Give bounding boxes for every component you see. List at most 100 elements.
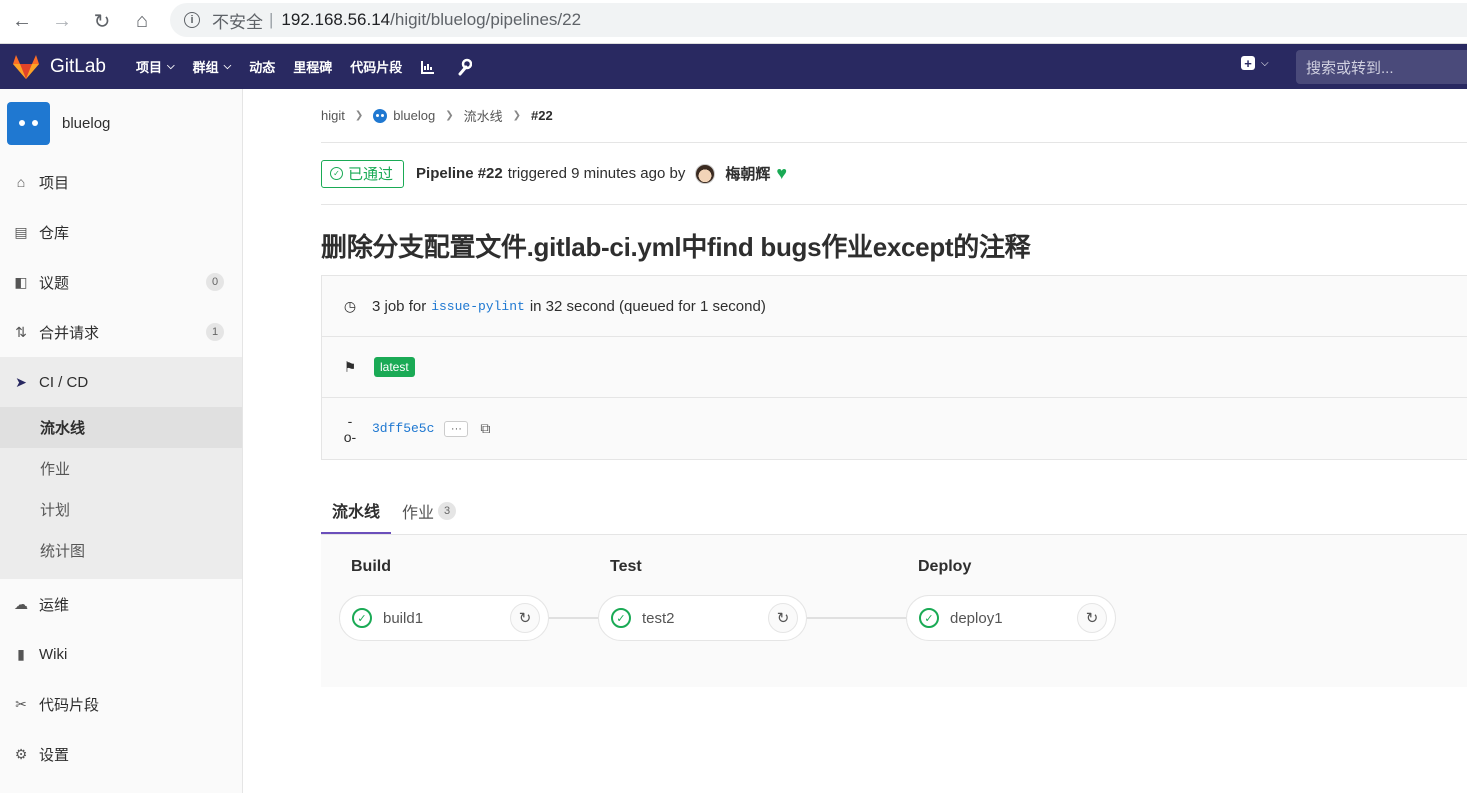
- clock-icon: ◷: [343, 297, 357, 314]
- cicd-section: ➤ CI / CD 流水线 作业 计划 统计图: [0, 357, 242, 579]
- check-circle-icon: ✓: [330, 167, 343, 180]
- jobs-count-badge: 3: [438, 501, 457, 520]
- chevron-right-icon: ❯: [445, 110, 454, 121]
- cloud-gear-icon: ☁: [14, 595, 28, 612]
- heart-icon: ♥: [776, 163, 788, 183]
- project-mini-avatar: [373, 108, 388, 123]
- book-icon: ▮: [17, 645, 25, 662]
- sidebar-subitem-charts[interactable]: 统计图: [0, 530, 242, 571]
- commit-icon: -o-: [343, 412, 357, 445]
- sidebar-item-wiki[interactable]: ▮ Wiki: [0, 629, 242, 679]
- breadcrumb-project[interactable]: bluelog: [373, 108, 435, 123]
- address-bar[interactable]: i 不安全 | 192.168.56.14/higit/bluelog/pipe…: [170, 3, 1467, 37]
- expand-commit-button[interactable]: ···: [444, 420, 469, 437]
- nav-activity[interactable]: 动态: [249, 57, 275, 76]
- breadcrumb-group[interactable]: higit: [321, 108, 345, 123]
- info-icon[interactable]: i: [184, 12, 200, 28]
- commit-row: -o- 3dff5e5c ··· ⧉: [322, 398, 1467, 459]
- retry-icon[interactable]: ↻: [1077, 603, 1107, 633]
- commit-title: 删除分支配置文件.gitlab-ci.yml中find bugs作业except…: [321, 232, 1031, 262]
- job-test2[interactable]: ✓ test2 ↻: [598, 595, 807, 641]
- plus-icon: +: [1241, 56, 1255, 70]
- sidebar-item-merge-requests[interactable]: ⇅ 合并请求 1: [0, 307, 242, 357]
- rocket-icon: ➤: [15, 373, 27, 390]
- wrench-icon[interactable]: [456, 58, 473, 76]
- jobs-summary-row: ◷ 3 job for issue-pylint in 32 second (q…: [322, 276, 1467, 337]
- check-circle-icon: ✓: [611, 608, 631, 628]
- sidebar-item-repository[interactable]: ▤ 仓库: [0, 207, 242, 257]
- job-name: build1: [383, 609, 424, 627]
- url-separator: |: [269, 10, 274, 29]
- check-circle-icon: ✓: [352, 608, 372, 628]
- sidebar-item-project[interactable]: ⌂ 项目: [0, 157, 242, 207]
- sidebar-subitem-jobs[interactable]: 作业: [0, 448, 242, 489]
- nav-groups[interactable]: 群组 ⌵: [193, 57, 232, 76]
- pipeline-id: Pipeline #22: [416, 165, 503, 182]
- breadcrumb: higit ❯ bluelog ❯ 流水线 ❯ #22: [321, 89, 1467, 143]
- pipeline-graph: Build Test Deploy ✓ build1 ↻ ✓ test2 ↻ ✓…: [321, 535, 1467, 687]
- commit-sha-link[interactable]: 3dff5e5c: [372, 421, 434, 436]
- gitlab-logo[interactable]: GitLab: [12, 54, 106, 80]
- chart-icon[interactable]: [420, 59, 436, 75]
- stage-connector: [807, 617, 907, 619]
- merge-requests-count-badge: 1: [206, 323, 224, 341]
- issues-count-badge: 0: [206, 273, 224, 291]
- merge-request-icon: ⇅: [15, 323, 27, 340]
- chevron-down-icon: ⌵: [223, 61, 232, 72]
- reload-icon[interactable]: ↻: [82, 2, 122, 42]
- breadcrumb-pipelines[interactable]: 流水线: [464, 106, 503, 125]
- stage-connector: [549, 617, 599, 619]
- new-dropdown[interactable]: + ⌵: [1241, 56, 1269, 70]
- triggered-text: triggered 9 minutes ago by: [507, 165, 686, 182]
- tab-pipeline[interactable]: 流水线: [321, 487, 392, 534]
- avatar[interactable]: [695, 163, 716, 184]
- back-icon[interactable]: ←: [2, 2, 42, 42]
- tags-row: ⚑ latest: [322, 337, 1467, 398]
- sidebar-project-header[interactable]: bluelog: [0, 89, 242, 157]
- job-deploy1[interactable]: ✓ deploy1 ↻: [906, 595, 1116, 641]
- sidebar-item-issues[interactable]: ◧ 议题 0: [0, 257, 242, 307]
- chevron-right-icon: ❯: [354, 110, 364, 121]
- status-badge[interactable]: ✓ 已通过: [321, 159, 405, 188]
- sidebar-subitem-pipelines[interactable]: 流水线: [0, 407, 242, 448]
- breadcrumb-current[interactable]: #22: [531, 108, 553, 123]
- project-name: bluelog: [62, 114, 111, 132]
- retry-icon[interactable]: ↻: [768, 603, 798, 633]
- flag-icon: ⚑: [343, 358, 357, 375]
- top-nav: 项目 ⌵ 群组 ⌵ 动态 里程碑 代码片段: [136, 57, 492, 76]
- tanuki-icon: [13, 54, 39, 79]
- project-sidebar: bluelog ⌂ 项目 ▤ 仓库 ◧ 议题 0 ⇅ 合并请求 1 ➤ CI / CD 流…: [0, 89, 243, 793]
- retry-icon[interactable]: ↻: [510, 603, 540, 633]
- doc-icon: ▤: [14, 223, 28, 240]
- search-input[interactable]: 搜索或转到...: [1296, 50, 1467, 84]
- url-host: 192.168.56.14: [281, 10, 391, 29]
- nav-snippets[interactable]: 代码片段: [350, 57, 402, 76]
- security-label: 不安全: [212, 12, 263, 32]
- chevron-down-icon: ⌵: [167, 61, 175, 72]
- chevron-down-icon: ⌵: [1261, 57, 1269, 69]
- home-icon[interactable]: ⌂: [122, 2, 162, 42]
- user-name[interactable]: 梅朝辉: [725, 163, 770, 184]
- job-name: deploy1: [950, 609, 1003, 627]
- sidebar-item-operations[interactable]: ☁ 运维: [0, 579, 242, 629]
- home-icon: ⌂: [16, 174, 26, 190]
- stage-title-test: Test: [610, 558, 642, 575]
- sidebar-item-cicd[interactable]: ➤ CI / CD: [0, 357, 242, 407]
- branch-link[interactable]: issue-pylint: [431, 299, 525, 314]
- tab-jobs[interactable]: 作业 3: [391, 487, 467, 534]
- pipeline-info-box: ◷ 3 job for issue-pylint in 32 second (q…: [321, 275, 1467, 460]
- forward-icon[interactable]: →: [42, 2, 82, 42]
- latest-badge: latest: [374, 357, 415, 377]
- job-build1[interactable]: ✓ build1 ↻: [339, 595, 549, 641]
- pipeline-tabs: 流水线 作业 3: [321, 487, 1467, 535]
- copy-icon[interactable]: ⧉: [480, 420, 490, 437]
- scissors-icon: ✂: [15, 695, 27, 712]
- gear-icon: ⚙: [14, 745, 28, 762]
- sidebar-item-snippets[interactable]: ✂ 代码片段: [0, 679, 242, 729]
- sidebar-subitem-schedules[interactable]: 计划: [0, 489, 242, 530]
- pipeline-header: ✓ 已通过 Pipeline #22 triggered 9 minutes a…: [321, 143, 1467, 205]
- nav-projects[interactable]: 项目 ⌵: [136, 57, 175, 76]
- sidebar-item-settings[interactable]: ⚙ 设置: [0, 729, 242, 779]
- chevron-right-icon: ❯: [512, 110, 521, 121]
- nav-milestones[interactable]: 里程碑: [293, 57, 332, 76]
